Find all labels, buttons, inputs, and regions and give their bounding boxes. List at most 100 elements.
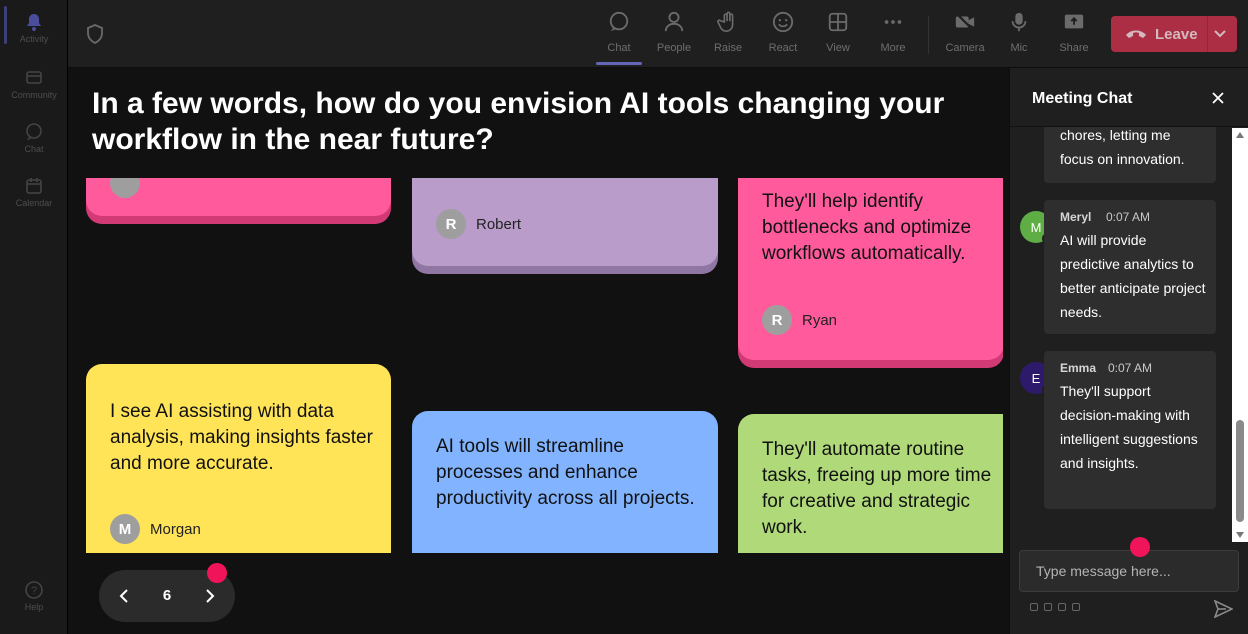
format-icon[interactable] (1030, 603, 1038, 611)
toolbar-label: More (880, 42, 906, 54)
leave-button[interactable]: Leave (1111, 16, 1237, 52)
rail-item-label: Calendar (15, 198, 53, 208)
toolbar-chat-button[interactable]: Chat (593, 10, 645, 62)
toolbar-share-button[interactable]: Share (1048, 10, 1100, 62)
toolbar-camera-button[interactable]: Camera (939, 10, 991, 62)
meeting-app: Activity Community Chat Calendar ? Help … (0, 0, 1248, 634)
rail-item-activity[interactable]: Activity (0, 10, 68, 62)
scroll-thumb[interactable] (1236, 420, 1244, 522)
raise-hand-icon (717, 11, 734, 32)
chat-icon (609, 11, 629, 32)
chat-message: Meryl 0:07 AM AI will provide predictive… (1044, 200, 1216, 334)
message-time: 0:07 AM (1106, 210, 1151, 224)
avatar-initial: E (1031, 370, 1041, 386)
toolbar-label: Share (1059, 42, 1089, 54)
message-input[interactable] (1020, 551, 1238, 591)
chat-message: chores, letting me focus on innovation. (1044, 127, 1216, 183)
sticky-note[interactable]: They'll automate routine tasks, freeing … (738, 414, 1003, 553)
attach-icon[interactable] (1044, 603, 1052, 611)
page-number: 6 (162, 587, 172, 604)
emoji-icon[interactable] (1058, 603, 1066, 611)
toolbar-label: Mic (1010, 42, 1028, 54)
grid-view-icon (828, 12, 848, 32)
sticky-note[interactable]: I see AI assisting with data analysis, m… (86, 364, 391, 553)
toolbar-label: Camera (945, 42, 985, 54)
more-dots-icon (884, 20, 902, 24)
note-author: M Morgan (110, 514, 201, 544)
note-text: I see AI assisting with data analysis, m… (110, 401, 373, 474)
meeting-toolbar: Chat People Raise React View More Camera (68, 0, 1248, 68)
message-time: 0:07 AM (1108, 361, 1153, 375)
close-icon[interactable] (1210, 90, 1226, 106)
toolbar-separator (928, 16, 929, 54)
sender-name: Emma (1060, 361, 1097, 375)
mic-icon (1011, 12, 1027, 32)
sticky-note[interactable]: AI tools will streamline processes and e… (412, 411, 718, 553)
chat-scrollbar[interactable] (1232, 128, 1248, 542)
avatar (110, 178, 140, 198)
toolbar-react-button[interactable]: React (757, 10, 809, 62)
message-text: AI will provide predictive analytics to … (1060, 232, 1206, 320)
rail-item-label: Help (24, 602, 44, 612)
avatar-initial: M (1030, 219, 1042, 235)
smile-icon (772, 11, 794, 33)
note-author: R Ryan (762, 305, 837, 335)
rail-item-chat[interactable]: Chat (0, 120, 68, 172)
notification-dot (1130, 537, 1150, 557)
chat-title: Meeting Chat (1032, 90, 1133, 107)
chat-message-list: chores, letting me focus on innovation. … (1010, 127, 1235, 540)
chevron-down-icon[interactable] (1213, 28, 1227, 40)
leave-divider (1207, 16, 1208, 52)
send-icon[interactable] (1213, 600, 1233, 618)
toolbar-mic-button[interactable]: Mic (993, 10, 1045, 62)
notification-dot (207, 563, 227, 583)
sticky-note[interactable] (86, 178, 391, 224)
toolbar-label: React (768, 42, 798, 54)
toolbar-more-button[interactable]: More (867, 10, 919, 62)
chevron-left-icon[interactable] (117, 588, 133, 604)
sticky-note[interactable]: They'll help identify bottlenecks and op… (738, 178, 1003, 368)
rail-item-calendar[interactable]: Calendar (0, 174, 68, 226)
note-text: They'll automate routine tasks, freeing … (762, 439, 992, 538)
message-compose-box[interactable] (1019, 550, 1239, 592)
question-title: In a few words, how do you envision AI t… (92, 87, 945, 156)
community-icon (26, 71, 42, 84)
note-text: AI tools will streamline processes and e… (436, 436, 695, 509)
chat-icon (26, 123, 42, 140)
sticky-note-board: R Robert They'll help identify bottlenec… (68, 178, 1003, 553)
rail-item-community[interactable]: Community (0, 66, 68, 118)
calendar-icon (26, 178, 42, 194)
toolbar-people-button[interactable]: People (648, 10, 700, 62)
sender-name: Meryl (1060, 210, 1092, 224)
rail-item-help[interactable]: ? Help (0, 578, 68, 630)
scroll-down-arrow[interactable] (1236, 532, 1244, 538)
rail-item-label: Community (11, 90, 57, 100)
bell-icon (27, 14, 41, 31)
toolbar-label: View (826, 42, 850, 54)
svg-text:?: ? (31, 585, 37, 597)
note-author (110, 178, 140, 198)
toolbar-raise-button[interactable]: Raise (702, 10, 754, 62)
gif-icon[interactable] (1072, 603, 1080, 611)
toolbar-view-button[interactable]: View (812, 10, 864, 62)
chevron-right-icon[interactable] (201, 588, 217, 604)
leave-label: Leave (1155, 25, 1198, 43)
rail-item-label: Chat (24, 144, 44, 154)
active-tab-indicator (596, 62, 642, 65)
help-icon: ? (25, 581, 43, 599)
shield-icon[interactable] (86, 24, 104, 44)
author-name: Robert (476, 215, 522, 233)
avatar: R (436, 209, 466, 239)
note-author: R Robert (436, 209, 521, 239)
chat-message: Emma 0:07 AM They'll support decision-ma… (1044, 351, 1216, 509)
sticky-note[interactable]: R Robert (412, 178, 718, 274)
camera-off-icon (955, 12, 975, 32)
share-icon (1064, 14, 1084, 29)
toolbar-label: People (656, 42, 692, 54)
rail-item-label: Activity (19, 34, 49, 44)
scroll-up-arrow[interactable] (1236, 132, 1244, 138)
author-name: Morgan (150, 520, 201, 538)
people-icon (664, 11, 684, 32)
toolbar-label: Chat (607, 42, 631, 54)
toolbar-label: Raise (713, 42, 743, 54)
